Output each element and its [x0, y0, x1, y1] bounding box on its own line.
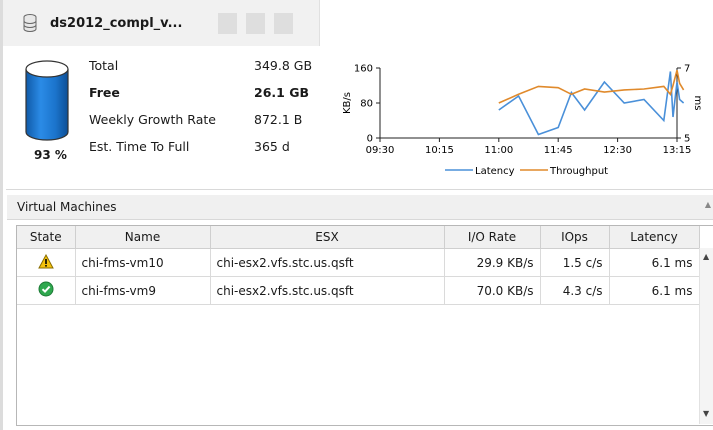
- stat-ttf-label: Est. Time To Full: [89, 139, 190, 154]
- collapse-icon[interactable]: ▲: [705, 200, 711, 209]
- panel-separator: [6, 189, 713, 190]
- legend-label: Latency: [475, 166, 515, 177]
- x-tick-label: 13:15: [663, 145, 692, 156]
- y-left-tick-label: 160: [354, 64, 373, 75]
- col-name[interactable]: Name: [75, 226, 211, 249]
- y-right-tick-label: 5: [684, 134, 690, 145]
- series-line-latency: [498, 71, 685, 136]
- left-edge: [0, 0, 3, 430]
- table-row[interactable]: chi-fms-vm9 chi-esx2.vfs.stc.us.qsft 70.…: [17, 276, 700, 305]
- vm-esx: chi-esx2.vfs.stc.us.qsft: [210, 248, 445, 277]
- scroll-up-icon[interactable]: ▲: [703, 252, 709, 261]
- table-row[interactable]: chi-fms-vm10 chi-esx2.vfs.stc.us.qsft 29…: [17, 248, 700, 277]
- vm-io-rate: 29.9 KB/s: [444, 248, 541, 277]
- vm-section-title: Virtual Machines: [17, 200, 117, 214]
- vm-section-header[interactable]: Virtual Machines ▲: [7, 195, 713, 220]
- datastore-header: ds2012_compl_v...: [3, 0, 320, 46]
- state-cell: [17, 248, 76, 277]
- x-tick-label: 09:30: [366, 145, 395, 156]
- scroll-down-icon[interactable]: ▼: [703, 409, 709, 418]
- x-tick-label: 10:15: [425, 145, 454, 156]
- percent-full: 93 %: [34, 148, 67, 162]
- y-left-tick-label: 80: [360, 99, 373, 110]
- col-state[interactable]: State: [17, 226, 76, 249]
- datastore-title: ds2012_compl_v...: [50, 16, 183, 31]
- stat-free-value: 26.1 GB: [254, 85, 309, 100]
- y-left-axis-label: KB/s: [342, 92, 353, 114]
- vm-iops: 4.3 c/s: [540, 276, 610, 305]
- stat-total-value: 349.8 GB: [254, 58, 313, 73]
- warning-icon: [37, 253, 54, 272]
- header-button-3[interactable]: [274, 13, 293, 34]
- y-right-tick-label: 7: [684, 64, 690, 75]
- database-icon: [23, 14, 37, 35]
- stat-free-label: Free: [89, 85, 120, 100]
- header-button-1[interactable]: [218, 13, 237, 34]
- vm-name: chi-fms-vm9: [75, 276, 211, 305]
- col-latency[interactable]: Latency: [609, 226, 700, 249]
- x-tick-label: 11:45: [544, 145, 573, 156]
- stat-growth-label: Weekly Growth Rate: [89, 112, 216, 127]
- y-left-tick-label: 0: [367, 134, 373, 145]
- vm-latency: 6.1 ms: [609, 248, 700, 277]
- stat-total-label: Total: [89, 58, 119, 73]
- series-line-throughput: [498, 69, 685, 104]
- col-io-rate[interactable]: I/O Rate: [444, 226, 541, 249]
- vm-table: State Name ESX I/O Rate IOps Latency chi…: [17, 226, 700, 305]
- vm-name: chi-fms-vm10: [75, 248, 211, 277]
- y-right-axis-label: ms: [692, 96, 703, 111]
- col-esx[interactable]: ESX: [210, 226, 445, 249]
- performance-chart: 09:30 10:15 11:00 11:45 12:30 13:15 0 80 160 5 7 KB…: [342, 64, 703, 178]
- col-iops[interactable]: IOps: [540, 226, 610, 249]
- x-tick-label: 12:30: [603, 145, 632, 156]
- header-button-2[interactable]: [246, 13, 265, 34]
- state-cell: [17, 276, 76, 305]
- vm-table-header: State Name ESX I/O Rate IOps Latency: [17, 226, 700, 249]
- stat-growth-value: 872.1 B: [254, 112, 303, 127]
- storage-cylinder-icon: [24, 60, 70, 145]
- vm-iops: 1.5 c/s: [540, 248, 610, 277]
- legend-label: Throughput: [549, 166, 608, 177]
- check-circle-icon: [38, 281, 54, 300]
- vertical-scrollbar[interactable]: ▲ ▼: [699, 248, 713, 424]
- vm-io-rate: 70.0 KB/s: [444, 276, 541, 305]
- stat-ttf-value: 365 d: [254, 139, 290, 154]
- x-tick-label: 11:00: [484, 145, 513, 156]
- vm-esx: chi-esx2.vfs.stc.us.qsft: [210, 276, 445, 305]
- vm-latency: 6.1 ms: [609, 276, 700, 305]
